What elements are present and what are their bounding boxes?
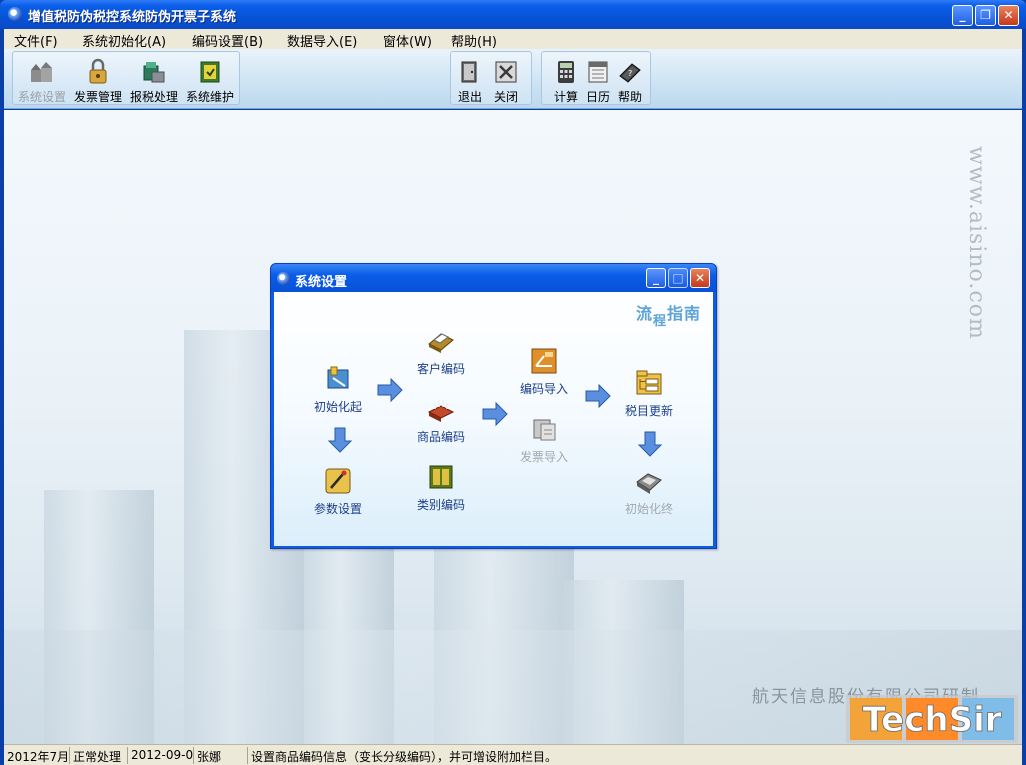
arrow-right-icon [482, 401, 508, 427]
close-icon: ✕ [1003, 8, 1014, 22]
param-settings-label: 参数设置 [313, 502, 362, 516]
code-import-label: 编码导入 [519, 382, 568, 396]
flow-guide-char-3: 指南 [667, 304, 702, 323]
techsir-logo-text: TechSir [862, 700, 1001, 740]
help-button[interactable]: ? 帮助 [606, 52, 654, 106]
minimize-icon: _ [653, 271, 659, 285]
restore-icon: ❐ [980, 8, 991, 22]
tax-report-label: 报税处理 [129, 90, 178, 104]
tax-update-icon [636, 370, 662, 395]
minimize-icon: _ [959, 8, 966, 22]
dialog-maximize-button[interactable]: □ [668, 268, 688, 288]
toolbar-group-window: 退出 关闭 [450, 51, 532, 105]
flow-node-tax-update[interactable]: 税目更新 [614, 368, 684, 419]
customer-code-icon [428, 333, 454, 353]
status-user: 张娜 [194, 747, 248, 764]
toolbar-group-tools: 计算 日历 ? 帮助 [541, 51, 651, 105]
dialog-title-bar[interactable]: 系统设置 _ □ ✕ [271, 264, 716, 292]
flow-guide-panel: 流程指南 初始化起 参数设置 客户编码 商品编码 类别编码 编码导入 发票导入 … [274, 292, 713, 546]
menu-bar: 文件(F) 系统初始化(A) 编码设置(B) 数据导入(E) 窗体(W) 帮助(… [4, 29, 1022, 50]
product-code-label: 商品编码 [416, 430, 465, 444]
dialog-app-icon [277, 272, 290, 285]
flow-node-init-end[interactable]: 初始化终 [614, 466, 684, 517]
system-settings-label: 系统设置 [17, 90, 66, 104]
flow-node-category-code[interactable]: 类别编码 [406, 462, 476, 513]
arrow-right-icon [377, 377, 403, 403]
init-start-icon [327, 366, 349, 389]
title-bar[interactable]: 增值税防伪税控系统防伪开票子系统 _ ❐ ✕ [0, 0, 1026, 29]
flow-node-customer-code[interactable]: 客户编码 [406, 326, 476, 377]
help-label: 帮助 [617, 90, 642, 104]
toolbar: 系统设置 发票管理 报税处理 系统维护 退出 关闭 计算 日历 ? 帮助 [4, 49, 1022, 109]
arrow-right-icon [585, 383, 611, 409]
close-button[interactable]: ✕ [998, 5, 1019, 26]
window-title: 增值税防伪税控系统防伪开票子系统 [28, 10, 237, 25]
init-start-label: 初始化起 [313, 400, 362, 414]
menu-window[interactable]: 窗体(W) [383, 31, 432, 50]
system-settings-button[interactable]: 系统设置 [15, 52, 69, 106]
restore-button[interactable]: ❐ [975, 5, 996, 26]
param-settings-icon [325, 468, 351, 494]
init-end-icon [636, 473, 662, 494]
invoice-management-label: 发票管理 [73, 90, 122, 104]
techsir-logo: TechSir [846, 695, 1018, 743]
flow-guide-char-1: 流 [636, 304, 654, 323]
flow-node-product-code[interactable]: 商品编码 [406, 394, 476, 445]
close-window-icon [495, 61, 517, 83]
arrow-down-icon [637, 431, 663, 457]
init-end-label: 初始化终 [624, 502, 673, 516]
flow-node-code-import[interactable]: 编码导入 [509, 346, 579, 397]
app-icon [8, 7, 22, 21]
menu-system-init[interactable]: 系统初始化(A) [82, 31, 166, 50]
dialog-minimize-button[interactable]: _ [646, 268, 666, 288]
flow-guide-title: 流程指南 [636, 300, 702, 329]
flow-node-init-start[interactable]: 初始化起 [303, 364, 373, 415]
system-settings-dialog: 系统设置 _ □ ✕ 流程指南 初始化起 参数设置 客户编码 商品编码 类别编码… [270, 263, 717, 549]
toolbar-group-main: 系统设置 发票管理 报税处理 系统维护 [12, 51, 240, 105]
invoice-import-label: 发票导入 [519, 450, 568, 464]
system-settings-icon [31, 62, 52, 82]
minimize-button[interactable]: _ [952, 5, 973, 26]
category-code-label: 类别编码 [416, 498, 465, 512]
code-import-icon [531, 348, 557, 374]
status-message: 设置商品编码信息（变长分级编码），并可增设附加栏目。 [251, 750, 558, 764]
watermark-url: www.aisino.com [964, 146, 989, 340]
svg-text:?: ? [628, 69, 632, 78]
dialog-close-button[interactable]: ✕ [690, 268, 710, 288]
arrow-down-icon [327, 427, 353, 453]
system-maintenance-label: 系统维护 [185, 90, 234, 104]
close-all-label: 关闭 [493, 90, 518, 104]
system-maintenance-button[interactable]: 系统维护 [183, 52, 237, 106]
dialog-title: 系统设置 [295, 275, 348, 290]
invoice-import-icon [533, 419, 556, 441]
menu-help[interactable]: 帮助(H) [451, 31, 497, 50]
flow-guide-char-2: 程 [653, 314, 668, 329]
status-period: 2012年7月 [4, 747, 70, 764]
maximize-icon: □ [672, 271, 684, 285]
tax-report-button[interactable]: 报税处理 [127, 52, 181, 106]
close-icon: ✕ [694, 271, 706, 285]
flow-node-invoice-import[interactable]: 发票导入 [509, 414, 579, 465]
status-date: 2012-09-04 [128, 747, 194, 764]
close-all-button[interactable]: 关闭 [482, 52, 530, 106]
help-book-icon: ? [619, 63, 641, 83]
status-mode: 正常处理 [70, 747, 128, 764]
product-code-icon [427, 400, 455, 422]
category-code-icon [429, 465, 453, 489]
menu-code-settings[interactable]: 编码设置(B) [192, 31, 263, 50]
status-bar: 2012年7月 正常处理 2012-09-04 张娜 设置商品编码信息（变长分级… [4, 744, 1022, 765]
customer-code-label: 客户编码 [416, 362, 465, 376]
tax-update-label: 税目更新 [624, 404, 673, 418]
menu-data-import[interactable]: 数据导入(E) [287, 31, 357, 50]
tax-report-icon [143, 62, 165, 83]
exit-door-icon [461, 61, 477, 83]
menu-file[interactable]: 文件(F) [14, 31, 58, 50]
system-maintenance-icon [200, 61, 220, 83]
invoice-management-button[interactable]: 发票管理 [71, 52, 125, 106]
flow-node-param-settings[interactable]: 参数设置 [303, 466, 373, 517]
invoice-management-icon [89, 58, 107, 84]
